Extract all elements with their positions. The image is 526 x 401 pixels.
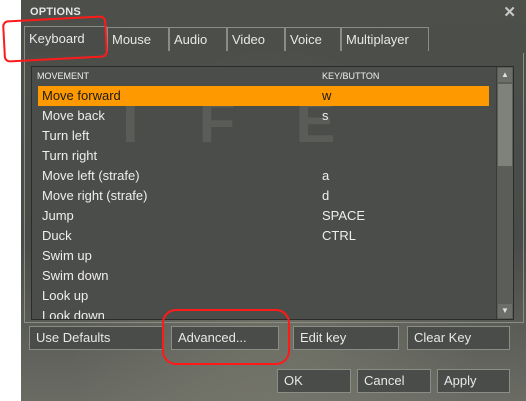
list-item[interactable]: Swim up [38, 246, 489, 266]
binding-key: SPACE [322, 208, 366, 223]
list-item[interactable]: Move right (strafe) d [38, 186, 489, 206]
cancel-button[interactable]: Cancel [357, 369, 431, 393]
edit-key-button[interactable]: Edit key [293, 326, 399, 350]
binding-action: Look up [42, 288, 89, 303]
key-binding-list[interactable]: IFE MOVEMENT KEY/BUTTON Move forward w Mo… [31, 66, 514, 320]
list-scrollbar[interactable]: ▲ ▼ [496, 67, 513, 319]
binding-key: s [322, 108, 329, 123]
dialog-title: OPTIONS [30, 6, 81, 18]
column-header-key: KEY/BUTTON [322, 71, 380, 81]
use-defaults-button[interactable]: Use Defaults [29, 326, 163, 350]
list-item[interactable]: Jump SPACE [38, 206, 489, 226]
tab-multiplayer[interactable]: Multiplayer [341, 27, 429, 51]
binding-action: Turn left [42, 128, 90, 143]
binding-action: Move left (strafe) [42, 168, 140, 183]
binding-action: Swim up [42, 248, 92, 263]
apply-button[interactable]: Apply [437, 369, 510, 393]
column-header-movement: MOVEMENT [37, 71, 90, 81]
scroll-up-icon[interactable]: ▲ [498, 68, 512, 82]
binding-action: Move forward [42, 88, 121, 103]
list-item[interactable]: Move back s [38, 106, 489, 126]
tab-audio[interactable]: Audio [169, 27, 227, 51]
options-dialog: OPTIONS ✕ Keyboard Mouse Audio Video Voi… [21, 0, 526, 401]
list-item[interactable]: Look down [38, 306, 489, 320]
binding-action: Turn right [42, 148, 98, 163]
list-item[interactable]: Move left (strafe) a [38, 166, 489, 186]
tab-keyboard[interactable]: Keyboard [24, 26, 107, 53]
binding-key: CTRL [322, 228, 356, 243]
binding-action: Move back [42, 108, 105, 123]
list-item[interactable]: Swim down [38, 266, 489, 286]
scroll-down-icon[interactable]: ▼ [498, 304, 512, 318]
list-item[interactable]: Turn left [38, 126, 489, 146]
binding-key: d [322, 188, 330, 203]
list-item[interactable]: Look up [38, 286, 489, 306]
list-item[interactable]: Turn right [38, 146, 489, 166]
close-icon[interactable]: ✕ [503, 3, 516, 21]
binding-action: Look down [42, 308, 105, 320]
binding-action: Swim down [42, 268, 109, 283]
binding-key: a [322, 168, 330, 183]
binding-key: w [322, 88, 332, 103]
advanced-button[interactable]: Advanced... [171, 326, 279, 350]
tab-video[interactable]: Video [227, 27, 285, 51]
binding-action: Jump [42, 208, 74, 223]
tab-mouse[interactable]: Mouse [107, 27, 169, 51]
tab-voice[interactable]: Voice [285, 27, 341, 51]
clear-key-button[interactable]: Clear Key [407, 326, 510, 350]
binding-action: Move right (strafe) [42, 188, 148, 203]
scrollbar-thumb[interactable] [498, 84, 512, 166]
ok-button[interactable]: OK [277, 369, 351, 393]
binding-action: Duck [42, 228, 72, 243]
list-item[interactable]: Move forward w [38, 86, 489, 106]
list-item[interactable]: Duck CTRL [38, 226, 489, 246]
